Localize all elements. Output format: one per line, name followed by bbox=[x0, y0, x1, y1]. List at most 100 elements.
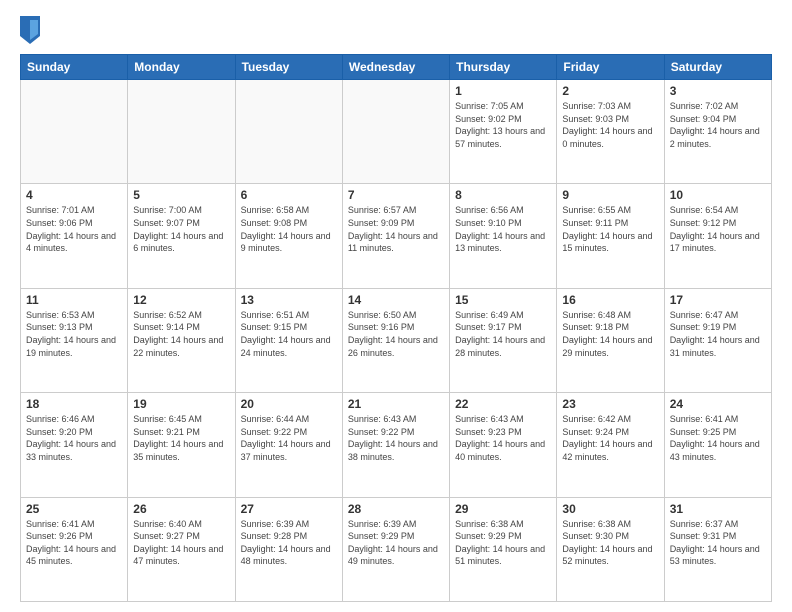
day-cell: 18 Sunrise: 6:46 AMSunset: 9:20 PMDayligh… bbox=[21, 393, 128, 497]
day-cell: 7 Sunrise: 6:57 AMSunset: 9:09 PMDaylight… bbox=[342, 184, 449, 288]
day-info: Sunrise: 6:49 AMSunset: 9:17 PMDaylight:… bbox=[455, 309, 551, 359]
day-info: Sunrise: 6:38 AMSunset: 9:29 PMDaylight:… bbox=[455, 518, 551, 568]
day-number: 13 bbox=[241, 293, 337, 307]
day-cell: 24 Sunrise: 6:41 AMSunset: 9:25 PMDayligh… bbox=[664, 393, 771, 497]
col-header-tuesday: Tuesday bbox=[235, 55, 342, 80]
day-cell: 28 Sunrise: 6:39 AMSunset: 9:29 PMDayligh… bbox=[342, 497, 449, 601]
day-cell: 11Sunrise: 6:53 AMSunset: 9:13 PMDayligh… bbox=[21, 288, 128, 392]
day-info: Sunrise: 6:50 AMSunset: 9:16 PMDaylight:… bbox=[348, 309, 444, 359]
day-cell: 23 Sunrise: 6:42 AMSunset: 9:24 PMDayligh… bbox=[557, 393, 664, 497]
day-info: Sunrise: 6:40 AMSunset: 9:27 PMDaylight:… bbox=[133, 518, 229, 568]
day-number: 10 bbox=[670, 188, 766, 202]
day-info: Sunrise: 6:41 AMSunset: 9:26 PMDaylight:… bbox=[26, 518, 122, 568]
day-info: Sunrise: 7:00 AMSunset: 9:07 PMDaylight:… bbox=[133, 204, 229, 254]
day-cell: 9Sunrise: 6:55 AMSunset: 9:11 PMDaylight… bbox=[557, 184, 664, 288]
day-number: 1 bbox=[455, 84, 551, 98]
day-cell: 13Sunrise: 6:51 AMSunset: 9:15 PMDayligh… bbox=[235, 288, 342, 392]
day-cell: 19Sunrise: 6:45 AMSunset: 9:21 PMDayligh… bbox=[128, 393, 235, 497]
day-info: Sunrise: 7:03 AMSunset: 9:03 PMDaylight:… bbox=[562, 100, 658, 150]
week-row-1: 1 Sunrise: 7:05 AMSunset: 9:02 PMDaylight… bbox=[21, 80, 772, 184]
day-cell bbox=[342, 80, 449, 184]
day-number: 2 bbox=[562, 84, 658, 98]
day-number: 23 bbox=[562, 397, 658, 411]
day-cell: 30 Sunrise: 6:38 AMSunset: 9:30 PMDayligh… bbox=[557, 497, 664, 601]
day-cell: 20 Sunrise: 6:44 AMSunset: 9:22 PMDayligh… bbox=[235, 393, 342, 497]
day-number: 5 bbox=[133, 188, 229, 202]
week-row-2: 4 Sunrise: 7:01 AMSunset: 9:06 PMDaylight… bbox=[21, 184, 772, 288]
day-info: Sunrise: 6:54 AMSunset: 9:12 PMDaylight:… bbox=[670, 204, 766, 254]
day-cell bbox=[235, 80, 342, 184]
day-cell: 12 Sunrise: 6:52 AMSunset: 9:14 PMDayligh… bbox=[128, 288, 235, 392]
day-cell: 21 Sunrise: 6:43 AMSunset: 9:22 PMDayligh… bbox=[342, 393, 449, 497]
day-info: Sunrise: 6:41 AMSunset: 9:25 PMDaylight:… bbox=[670, 413, 766, 463]
day-info: Sunrise: 6:42 AMSunset: 9:24 PMDaylight:… bbox=[562, 413, 658, 463]
day-cell: 14Sunrise: 6:50 AMSunset: 9:16 PMDayligh… bbox=[342, 288, 449, 392]
day-info: Sunrise: 6:37 AMSunset: 9:31 PMDaylight:… bbox=[670, 518, 766, 568]
day-cell bbox=[128, 80, 235, 184]
col-header-friday: Friday bbox=[557, 55, 664, 80]
day-info: Sunrise: 6:39 AMSunset: 9:28 PMDaylight:… bbox=[241, 518, 337, 568]
day-cell: 1 Sunrise: 7:05 AMSunset: 9:02 PMDaylight… bbox=[450, 80, 557, 184]
day-number: 27 bbox=[241, 502, 337, 516]
day-info: Sunrise: 6:45 AMSunset: 9:21 PMDaylight:… bbox=[133, 413, 229, 463]
day-number: 21 bbox=[348, 397, 444, 411]
day-cell: 27 Sunrise: 6:39 AMSunset: 9:28 PMDayligh… bbox=[235, 497, 342, 601]
day-number: 6 bbox=[241, 188, 337, 202]
day-number: 29 bbox=[455, 502, 551, 516]
col-header-saturday: Saturday bbox=[664, 55, 771, 80]
day-number: 30 bbox=[562, 502, 658, 516]
day-number: 25 bbox=[26, 502, 122, 516]
day-number: 15 bbox=[455, 293, 551, 307]
day-cell: 15 Sunrise: 6:49 AMSunset: 9:17 PMDayligh… bbox=[450, 288, 557, 392]
day-number: 7 bbox=[348, 188, 444, 202]
col-header-thursday: Thursday bbox=[450, 55, 557, 80]
day-number: 24 bbox=[670, 397, 766, 411]
logo-icon bbox=[20, 16, 40, 44]
day-info: Sunrise: 6:38 AMSunset: 9:30 PMDaylight:… bbox=[562, 518, 658, 568]
day-info: Sunrise: 6:44 AMSunset: 9:22 PMDaylight:… bbox=[241, 413, 337, 463]
day-cell: 22 Sunrise: 6:43 AMSunset: 9:23 PMDayligh… bbox=[450, 393, 557, 497]
day-cell: 8Sunrise: 6:56 AMSunset: 9:10 PMDaylight… bbox=[450, 184, 557, 288]
day-info: Sunrise: 6:58 AMSunset: 9:08 PMDaylight:… bbox=[241, 204, 337, 254]
week-row-5: 25 Sunrise: 6:41 AMSunset: 9:26 PMDayligh… bbox=[21, 497, 772, 601]
day-info: Sunrise: 6:39 AMSunset: 9:29 PMDaylight:… bbox=[348, 518, 444, 568]
day-cell: 29 Sunrise: 6:38 AMSunset: 9:29 PMDayligh… bbox=[450, 497, 557, 601]
day-info: Sunrise: 7:01 AMSunset: 9:06 PMDaylight:… bbox=[26, 204, 122, 254]
logo bbox=[20, 16, 44, 44]
day-info: Sunrise: 6:48 AMSunset: 9:18 PMDaylight:… bbox=[562, 309, 658, 359]
day-number: 16 bbox=[562, 293, 658, 307]
day-info: Sunrise: 6:43 AMSunset: 9:22 PMDaylight:… bbox=[348, 413, 444, 463]
day-info: Sunrise: 7:05 AMSunset: 9:02 PMDaylight:… bbox=[455, 100, 551, 150]
day-number: 4 bbox=[26, 188, 122, 202]
day-number: 17 bbox=[670, 293, 766, 307]
day-number: 28 bbox=[348, 502, 444, 516]
day-cell: 6 Sunrise: 6:58 AMSunset: 9:08 PMDaylight… bbox=[235, 184, 342, 288]
day-cell: 16 Sunrise: 6:48 AMSunset: 9:18 PMDayligh… bbox=[557, 288, 664, 392]
day-number: 20 bbox=[241, 397, 337, 411]
day-number: 3 bbox=[670, 84, 766, 98]
day-cell: 2 Sunrise: 7:03 AMSunset: 9:03 PMDaylight… bbox=[557, 80, 664, 184]
day-info: Sunrise: 6:43 AMSunset: 9:23 PMDaylight:… bbox=[455, 413, 551, 463]
day-cell: 3 Sunrise: 7:02 AMSunset: 9:04 PMDaylight… bbox=[664, 80, 771, 184]
day-info: Sunrise: 6:57 AMSunset: 9:09 PMDaylight:… bbox=[348, 204, 444, 254]
day-number: 22 bbox=[455, 397, 551, 411]
day-info: Sunrise: 6:52 AMSunset: 9:14 PMDaylight:… bbox=[133, 309, 229, 359]
day-cell bbox=[21, 80, 128, 184]
day-info: Sunrise: 6:56 AMSunset: 9:10 PMDaylight:… bbox=[455, 204, 551, 254]
day-number: 12 bbox=[133, 293, 229, 307]
day-cell: 17 Sunrise: 6:47 AMSunset: 9:19 PMDayligh… bbox=[664, 288, 771, 392]
day-cell: 25 Sunrise: 6:41 AMSunset: 9:26 PMDayligh… bbox=[21, 497, 128, 601]
day-cell: 31Sunrise: 6:37 AMSunset: 9:31 PMDayligh… bbox=[664, 497, 771, 601]
day-number: 9 bbox=[562, 188, 658, 202]
day-cell: 4 Sunrise: 7:01 AMSunset: 9:06 PMDaylight… bbox=[21, 184, 128, 288]
day-cell: 5 Sunrise: 7:00 AMSunset: 9:07 PMDaylight… bbox=[128, 184, 235, 288]
page: SundayMondayTuesdayWednesdayThursdayFrid… bbox=[0, 0, 792, 612]
day-cell: 10 Sunrise: 6:54 AMSunset: 9:12 PMDayligh… bbox=[664, 184, 771, 288]
day-info: Sunrise: 6:46 AMSunset: 9:20 PMDaylight:… bbox=[26, 413, 122, 463]
day-info: Sunrise: 7:02 AMSunset: 9:04 PMDaylight:… bbox=[670, 100, 766, 150]
day-info: Sunrise: 6:53 AMSunset: 9:13 PMDaylight:… bbox=[26, 309, 122, 359]
col-header-sunday: Sunday bbox=[21, 55, 128, 80]
day-number: 18 bbox=[26, 397, 122, 411]
day-info: Sunrise: 6:47 AMSunset: 9:19 PMDaylight:… bbox=[670, 309, 766, 359]
col-header-monday: Monday bbox=[128, 55, 235, 80]
